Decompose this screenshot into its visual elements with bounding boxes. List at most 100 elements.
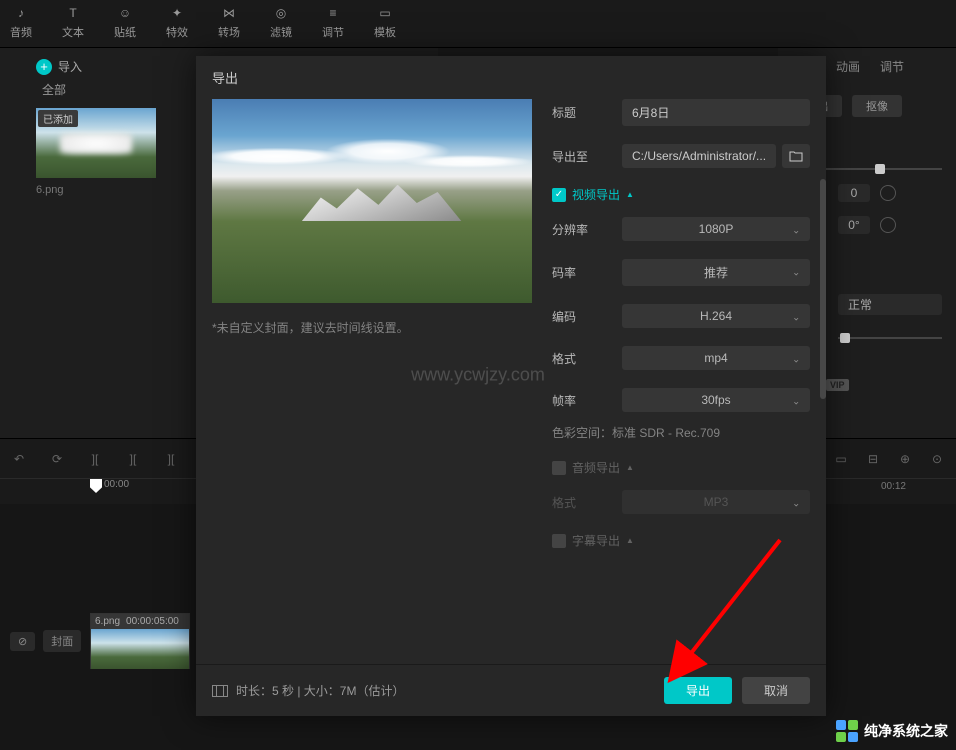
toolbar-sticker-label: 贴纸 — [114, 24, 136, 40]
toolbar-adjust-label: 调节 — [322, 24, 344, 40]
x-value[interactable]: 0 — [838, 184, 870, 202]
browse-button[interactable] — [782, 144, 810, 168]
slider-thumb[interactable] — [840, 333, 850, 343]
toolbar-audio[interactable]: ♪音频 — [10, 0, 32, 40]
tl-left-group: ↶ ⟳ ][ ][ ][ — [10, 450, 180, 468]
cancel-button[interactable]: 取消 — [742, 677, 810, 704]
fps-value: 30fps — [701, 393, 730, 407]
fps-row: 帧率 30fps — [552, 388, 810, 412]
blend-value[interactable]: 正常 — [838, 294, 942, 315]
undo-icon[interactable]: ↶ — [10, 450, 28, 468]
toolbar-transition-label: 转场 — [218, 24, 240, 40]
transition-icon: ⋈ — [219, 4, 239, 22]
audio-format-label: 格式 — [552, 494, 622, 511]
fps-select[interactable]: 30fps — [622, 388, 810, 412]
playhead-handle-icon[interactable] — [90, 479, 102, 493]
codec-select[interactable]: H.264 — [622, 304, 810, 328]
import-label: 导入 — [58, 58, 82, 75]
audio-export-section[interactable]: 音频导出 ▲ — [552, 459, 810, 476]
codec-label: 编码 — [552, 308, 622, 325]
tl-tool2-icon[interactable]: ⊟ — [864, 450, 882, 468]
reset-icon[interactable] — [880, 217, 896, 233]
toolbar-effect-label: 特效 — [166, 24, 188, 40]
colorspace-text: 色彩空间：标准 SDR - Rec.709 — [552, 424, 810, 441]
tab-animation[interactable]: 动画 — [836, 58, 860, 75]
title-label: 标题 — [552, 104, 622, 121]
opacity-slider[interactable] — [838, 337, 942, 339]
toolbar-text[interactable]: T文本 — [62, 0, 84, 40]
split2-icon[interactable]: ][ — [124, 450, 142, 468]
folder-icon — [789, 150, 803, 162]
checkbox-on-icon[interactable]: ✓ — [552, 188, 566, 202]
subtitle-export-section[interactable]: 字幕导出 ▲ — [552, 532, 810, 549]
playhead[interactable]: 00:00 — [90, 479, 102, 493]
playhead-time: 00:00 — [104, 479, 129, 490]
toolbar-transition[interactable]: ⋈ 转场 — [218, 0, 240, 40]
codec-value: H.264 — [700, 309, 732, 323]
added-badge: 已添加 — [38, 110, 78, 127]
fps-label: 帧率 — [552, 392, 622, 409]
timeline-clip[interactable]: 6.png 00:00:05:00 — [90, 613, 190, 669]
audio-section-label: 音频导出 — [572, 459, 620, 476]
checkbox-off-icon[interactable] — [552, 534, 566, 548]
media-thumb[interactable]: 已添加 6.png — [36, 108, 156, 196]
plus-icon: + — [36, 59, 52, 75]
export-preview-column: *未自定义封面，建议去时间线设置。 — [212, 99, 532, 664]
tab-adjust[interactable]: 调节 — [880, 58, 904, 75]
toolbar-template-label: 模板 — [374, 24, 396, 40]
tl-tool3-icon[interactable]: ⊕ — [896, 450, 914, 468]
footer-info: 时长：5 秒 | 大小：7M（估计） — [212, 682, 404, 699]
thumb-image: 已添加 — [36, 108, 156, 178]
redo-icon[interactable]: ⟳ — [48, 450, 66, 468]
toolbar-text-label: 文本 — [62, 24, 84, 40]
format-label: 格式 — [552, 350, 622, 367]
scrollbar[interactable] — [820, 179, 826, 399]
toolbar-template[interactable]: ▭模板 — [374, 0, 396, 40]
toolbar-filter[interactable]: ◎滤镜 — [270, 0, 292, 40]
export-dialog-title: 导出 — [196, 56, 826, 99]
export-body: *未自定义封面，建议去时间线设置。 标题 6月8日 导出至 C:/Users/A… — [196, 99, 826, 664]
resolution-select[interactable]: 1080P — [622, 217, 810, 241]
filter-icon: ◎ — [271, 4, 291, 22]
split-icon[interactable]: ][ — [86, 450, 104, 468]
reset-icon[interactable] — [880, 185, 896, 201]
video-export-section[interactable]: ✓ 视频导出 ▲ — [552, 186, 810, 203]
resolution-label: 分辨率 — [552, 221, 622, 238]
format-select[interactable]: mp4 — [622, 346, 810, 370]
clip-name: 6.png — [95, 616, 120, 627]
title-input[interactable]: 6月8日 — [622, 99, 810, 126]
caret-icon: ▲ — [626, 536, 634, 545]
thumb-filename: 6.png — [36, 184, 156, 196]
footer-buttons: 导出 取消 — [664, 677, 810, 704]
film-icon — [212, 685, 228, 697]
title-row: 标题 6月8日 — [552, 99, 810, 126]
footer-info-text: 时长：5 秒 | 大小：7M（估计） — [236, 682, 404, 699]
toolbar-effect[interactable]: ✦特效 — [166, 0, 188, 40]
path-input[interactable]: C:/Users/Administrator/... — [622, 144, 776, 168]
toolbar-adjust[interactable]: ≡调节 — [322, 0, 344, 40]
subtab-cutout[interactable]: 抠像 — [852, 95, 902, 117]
codec-row: 编码 H.264 — [552, 304, 810, 328]
checkbox-off-icon[interactable] — [552, 461, 566, 475]
format-row: 格式 mp4 — [552, 346, 810, 370]
tl-tool1-icon[interactable]: ▭ — [832, 450, 850, 468]
cover-button[interactable]: 封面 — [43, 630, 81, 652]
toolbar-sticker[interactable]: ☺贴纸 — [114, 0, 136, 40]
export-form: 标题 6月8日 导出至 C:/Users/Administrator/... ✓… — [552, 99, 826, 664]
clip-header: 6.png 00:00:05:00 — [91, 614, 189, 629]
bitrate-select[interactable]: 推荐 — [622, 259, 810, 286]
split3-icon[interactable]: ][ — [162, 450, 180, 468]
audio-format-value: MP3 — [704, 495, 729, 509]
export-dialog: 导出 *未自定义封面，建议去时间线设置。 标题 6月8日 导出至 C:/User… — [196, 56, 826, 716]
path-label: 导出至 — [552, 148, 622, 165]
resolution-value: 1080P — [699, 222, 734, 236]
audio-format-select: MP3 — [622, 490, 810, 514]
mute-icon[interactable]: ⊘ — [10, 632, 35, 651]
tl-tool4-icon[interactable]: ⊙ — [928, 450, 946, 468]
music-icon: ♪ — [11, 4, 31, 22]
slider-thumb[interactable] — [875, 164, 885, 174]
video-section-label: 视频导出 — [572, 186, 620, 203]
subtitle-section-label: 字幕导出 — [572, 532, 620, 549]
export-button[interactable]: 导出 — [664, 677, 732, 704]
rotation-value[interactable]: 0° — [838, 216, 870, 234]
